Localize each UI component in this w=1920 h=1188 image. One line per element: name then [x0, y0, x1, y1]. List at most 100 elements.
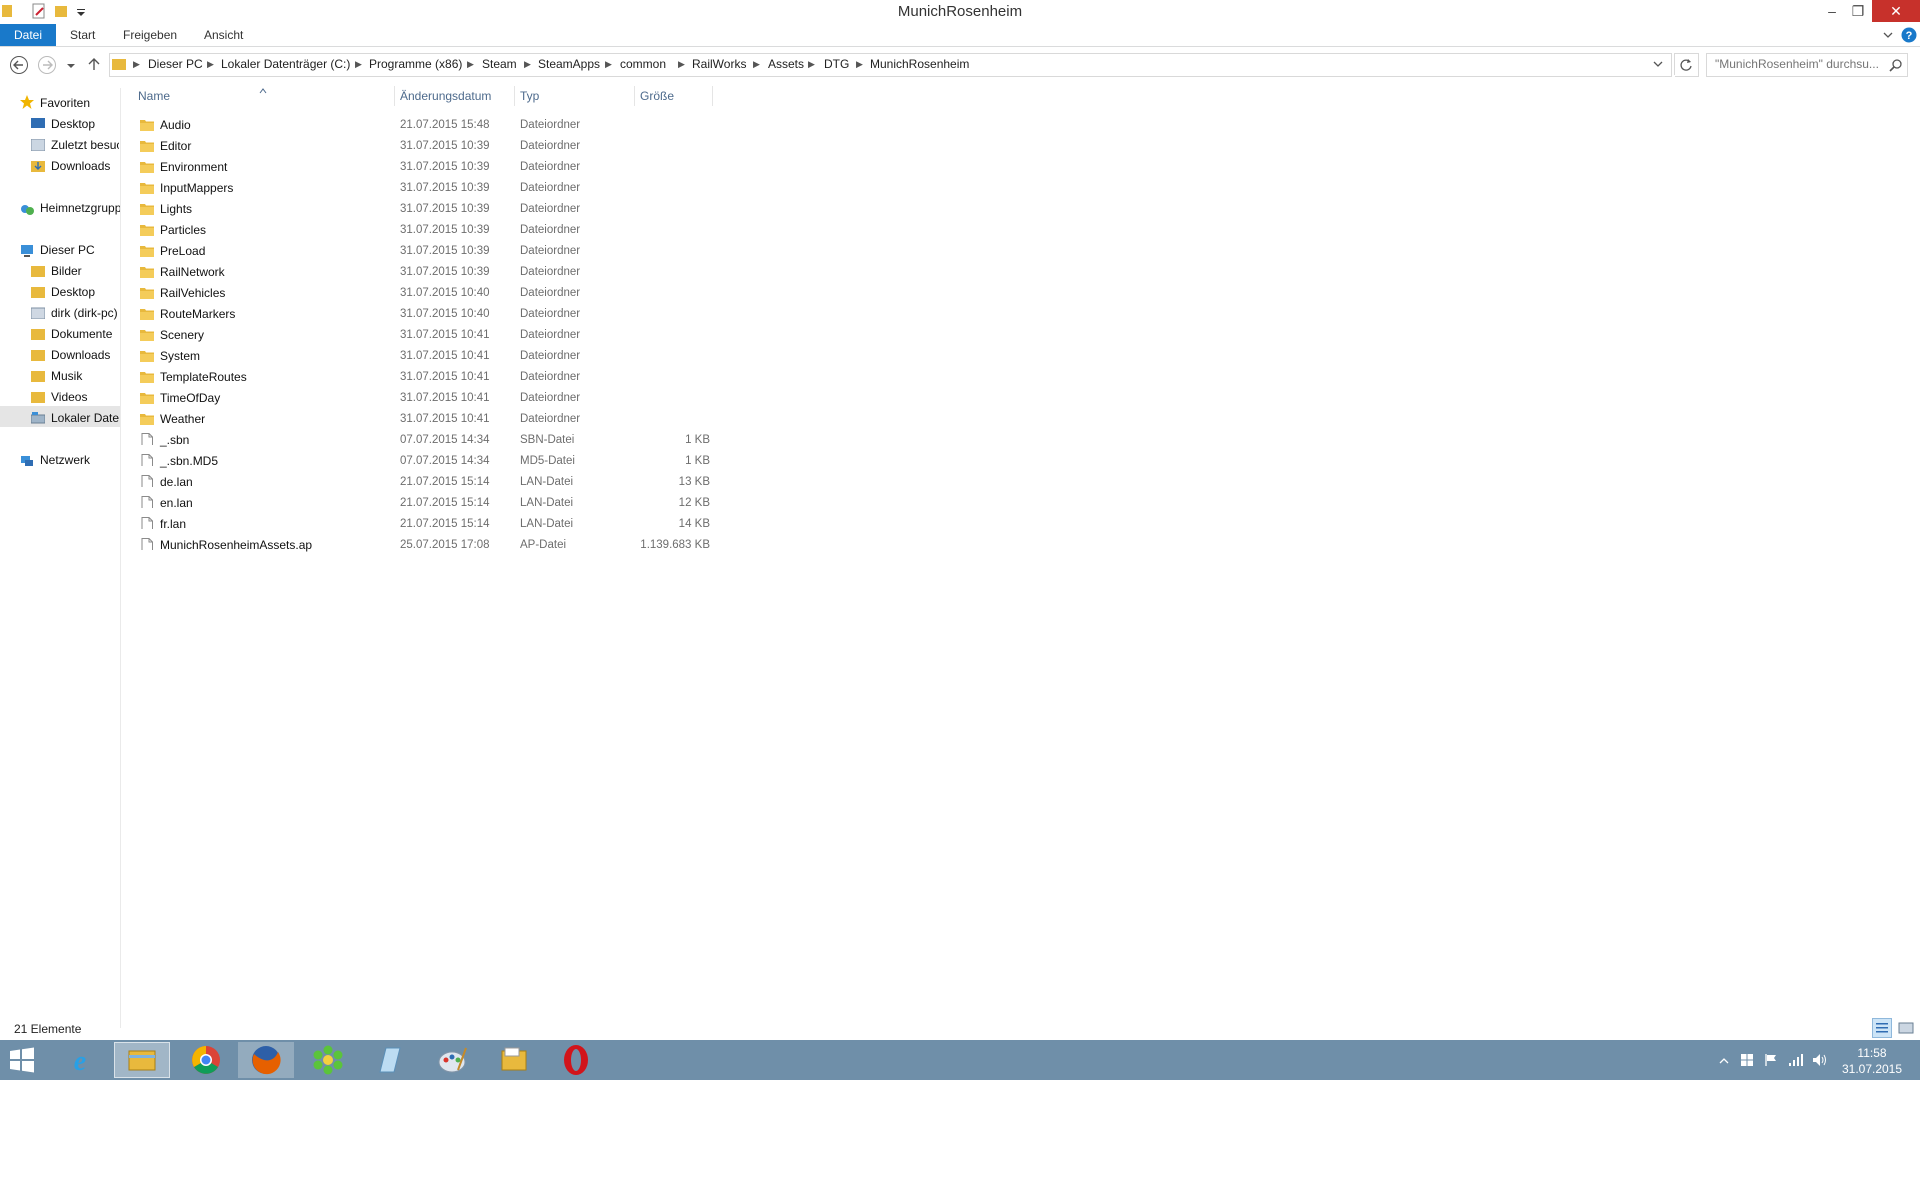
breadcrumb-railworks[interactable]: RailWorks: [692, 53, 746, 75]
folder-row[interactable]: Editor 31.07.2015 10:39 Dateiordner: [138, 136, 708, 157]
folder-row[interactable]: System 31.07.2015 10:41 Dateiordner: [138, 346, 708, 367]
large-icons-view-button[interactable]: [1896, 1018, 1916, 1038]
breadcrumb-lokaler-datentraeger[interactable]: Lokaler Datenträger (C:): [221, 53, 350, 75]
taskbar-paint[interactable]: [424, 1042, 480, 1078]
start-button[interactable]: [8, 1047, 36, 1073]
help-icon[interactable]: ?: [1901, 27, 1917, 43]
breadcrumb-common[interactable]: common: [620, 53, 666, 75]
file-row[interactable]: fr.lan 21.07.2015 15:14 LAN-Datei 14 KB: [138, 514, 710, 535]
properties-icon[interactable]: [32, 3, 46, 19]
details-view-button[interactable]: [1872, 1018, 1892, 1038]
column-header-type[interactable]: Typ: [520, 88, 539, 104]
chevron-right-icon[interactable]: ▶: [355, 53, 362, 75]
nav-pc-desktop[interactable]: Desktop: [51, 282, 119, 302]
column-divider[interactable]: [634, 86, 635, 106]
chevron-right-icon[interactable]: ▶: [524, 53, 531, 75]
tab-start[interactable]: Start: [70, 24, 95, 46]
back-icon[interactable]: [9, 55, 29, 75]
folder-row[interactable]: InputMappers 31.07.2015 10:39 Dateiordner: [138, 178, 708, 199]
forward-icon[interactable]: [37, 55, 57, 75]
chevron-right-icon[interactable]: ▶: [133, 53, 140, 75]
folder-row[interactable]: Particles 31.07.2015 10:39 Dateiordner: [138, 220, 708, 241]
tab-ansicht[interactable]: Ansicht: [204, 24, 243, 46]
breadcrumb-munichrosenheim[interactable]: MunichRosenheim: [870, 53, 969, 75]
breadcrumb-steam[interactable]: Steam: [482, 53, 517, 75]
folder-row[interactable]: TemplateRoutes 31.07.2015 10:41 Dateiordne…: [138, 367, 708, 388]
nav-pc-downloads[interactable]: Downloads: [51, 345, 119, 365]
column-divider[interactable]: [394, 86, 395, 106]
new-folder-icon[interactable]: [54, 3, 68, 19]
folder-row[interactable]: Environment 31.07.2015 10:39 Dateiordner: [138, 157, 708, 178]
nav-pc-musik[interactable]: Musik: [51, 366, 119, 386]
restore-button[interactable]: ❐: [1846, 0, 1870, 22]
breadcrumb-assets[interactable]: Assets: [768, 53, 804, 75]
breadcrumb-dieser-pc[interactable]: Dieser PC: [148, 53, 203, 75]
nav-this-pc[interactable]: Dieser PC: [40, 240, 120, 260]
chevron-down-icon[interactable]: [76, 3, 86, 19]
file-row[interactable]: _.sbn.MD5 07.07.2015 14:34 MD5-Datei 1 KB: [138, 451, 710, 472]
column-divider[interactable]: [514, 86, 515, 106]
nav-homegroup[interactable]: Heimnetzgrupp: [40, 198, 120, 218]
file-row[interactable]: _.sbn 07.07.2015 14:34 SBN-Datei 1 KB: [138, 430, 710, 451]
ribbon-expand-icon[interactable]: [1882, 29, 1894, 41]
taskbar-folder-app[interactable]: [486, 1042, 542, 1078]
nav-favorites-downloads[interactable]: Downloads: [51, 156, 119, 176]
chevron-right-icon[interactable]: ▶: [753, 53, 760, 75]
nav-network[interactable]: Netzwerk: [40, 450, 120, 470]
folder-icon[interactable]: [2, 3, 12, 19]
folder-row[interactable]: RailNetwork 31.07.2015 10:39 Dateiordner: [138, 262, 708, 283]
chevron-right-icon[interactable]: ▶: [678, 53, 685, 75]
nav-favorites[interactable]: Favoriten: [40, 93, 120, 113]
taskbar-icq[interactable]: [300, 1042, 356, 1078]
column-divider[interactable]: [712, 86, 713, 106]
folder-row[interactable]: RouteMarkers 31.07.2015 10:40 Dateiordner: [138, 304, 708, 325]
chevron-right-icon[interactable]: ▶: [207, 53, 214, 75]
taskbar-chrome[interactable]: [178, 1042, 234, 1078]
tab-datei[interactable]: Datei: [0, 24, 56, 46]
file-row[interactable]: de.lan 21.07.2015 15:14 LAN-Datei 13 KB: [138, 472, 710, 493]
nav-pc-bilder[interactable]: Bilder: [51, 261, 119, 281]
folder-row[interactable]: Scenery 31.07.2015 10:41 Dateiordner: [138, 325, 708, 346]
taskbar-notepad[interactable]: [362, 1042, 418, 1078]
breadcrumb-programme-x86[interactable]: Programme (x86): [369, 53, 462, 75]
column-header-name[interactable]: Name: [138, 88, 170, 104]
folder-row[interactable]: RailVehicles 31.07.2015 10:40 Dateiordner: [138, 283, 708, 304]
chevron-right-icon[interactable]: ▶: [605, 53, 612, 75]
taskbar-firefox[interactable]: [238, 1042, 294, 1078]
tray-windows-icon[interactable]: [1740, 1053, 1754, 1067]
folder-row[interactable]: TimeOfDay 31.07.2015 10:41 Dateiordner: [138, 388, 708, 409]
tray-show-hidden-icon[interactable]: [1718, 1055, 1730, 1065]
search-icon[interactable]: [1889, 58, 1903, 72]
nav-pc-dokumente[interactable]: Dokumente: [51, 324, 119, 344]
breadcrumb-steamapps[interactable]: SteamApps: [538, 53, 600, 75]
folder-row[interactable]: Audio 21.07.2015 15:48 Dateiordner: [138, 115, 708, 136]
refresh-button[interactable]: [1675, 53, 1699, 77]
folder-row[interactable]: Weather 31.07.2015 10:41 Dateiordner: [138, 409, 708, 430]
chevron-right-icon[interactable]: ▶: [467, 53, 474, 75]
chevron-right-icon[interactable]: ▶: [856, 53, 863, 75]
tray-flag-icon[interactable]: [1764, 1053, 1778, 1067]
nav-favorites-recent[interactable]: Zuletzt besuc: [51, 135, 119, 155]
tray-network-icon[interactable]: [1788, 1053, 1804, 1067]
close-button[interactable]: ✕: [1872, 0, 1920, 22]
file-row[interactable]: en.lan 21.07.2015 15:14 LAN-Datei 12 KB: [138, 493, 710, 514]
taskbar-internet-explorer[interactable]: e: [52, 1042, 108, 1078]
column-header-size[interactable]: Größe: [640, 88, 674, 104]
nav-pc-dirk[interactable]: dirk (dirk-pc): [51, 303, 119, 323]
tray-volume-icon[interactable]: [1812, 1053, 1828, 1067]
file-row[interactable]: MunichRosenheimAssets.ap 25.07.2015 17:08…: [138, 535, 710, 556]
chevron-right-icon[interactable]: ▶: [808, 53, 815, 75]
breadcrumb-dtg[interactable]: DTG: [824, 53, 849, 75]
nav-pc-videos[interactable]: Videos: [51, 387, 119, 407]
tray-clock[interactable]: 11:58 31.07.2015: [1832, 1045, 1912, 1077]
nav-favorites-desktop[interactable]: Desktop: [51, 114, 119, 134]
up-icon[interactable]: [86, 56, 102, 72]
taskbar-opera[interactable]: [548, 1042, 604, 1078]
tab-freigeben[interactable]: Freigeben: [123, 24, 177, 46]
folder-row[interactable]: Lights 31.07.2015 10:39 Dateiordner: [138, 199, 708, 220]
column-header-date[interactable]: Änderungsdatum: [400, 88, 491, 104]
nav-pc-local-drive[interactable]: Lokaler Daten: [51, 408, 119, 428]
search-input[interactable]: [1707, 54, 1885, 74]
minimize-button[interactable]: –: [1820, 0, 1844, 22]
folder-row[interactable]: PreLoad 31.07.2015 10:39 Dateiordner: [138, 241, 708, 262]
